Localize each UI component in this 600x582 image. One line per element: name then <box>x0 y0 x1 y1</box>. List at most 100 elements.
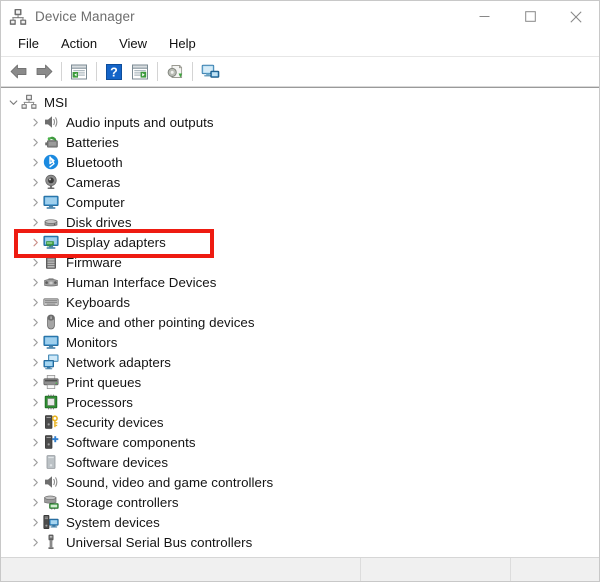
tree-item-processors[interactable]: Processors <box>1 392 599 412</box>
computer-root-icon <box>21 94 37 109</box>
software-component-icon <box>45 435 59 449</box>
tree-item-label: Keyboards <box>66 294 131 310</box>
back-button[interactable] <box>5 59 31 84</box>
network-adapter-icon <box>43 354 59 370</box>
tree-item-label: Software devices <box>66 454 169 470</box>
tree-item-computer[interactable]: Computer <box>1 192 599 212</box>
menu-view[interactable]: View <box>108 34 158 54</box>
tree-item-msi-root[interactable]: MSI <box>1 92 599 112</box>
tree-item-label: Mice and other pointing devices <box>66 314 255 330</box>
maximize-button[interactable] <box>507 1 553 32</box>
speaker-icon <box>45 116 58 128</box>
forward-button[interactable] <box>31 59 57 84</box>
menu-file[interactable]: File <box>7 34 50 54</box>
close-button[interactable] <box>553 1 599 32</box>
tree-item-label: Disk drives <box>66 214 132 230</box>
scan-hardware-button[interactable] <box>162 59 188 84</box>
chevron-down-icon[interactable] <box>5 92 21 112</box>
bluetooth-icon <box>43 154 59 170</box>
status-pane-2 <box>361 558 511 581</box>
tree-item-label: Bluetooth <box>66 154 123 170</box>
chevron-right-icon[interactable] <box>27 272 43 292</box>
tree-item-software-devices[interactable]: Software devices <box>1 452 599 472</box>
tree-item-keyboards[interactable]: Keyboards <box>1 292 599 312</box>
tree-item-software-components[interactable]: Software components <box>1 432 599 452</box>
tree-item-batteries[interactable]: Batteries <box>1 132 599 152</box>
menu-help[interactable]: Help <box>158 34 207 54</box>
tree-item-human-interface-devices[interactable]: Human Interface Devices <box>1 272 599 292</box>
tree-item-disk-drives[interactable]: Disk drives <box>1 212 599 232</box>
chevron-right-icon[interactable] <box>27 252 43 272</box>
status-pane-3 <box>511 558 599 581</box>
display-adapter-icon <box>43 235 59 249</box>
properties-icon <box>71 64 87 79</box>
tree-item-audio-inputs-and-outputs[interactable]: Audio inputs and outputs <box>1 112 599 132</box>
system-device-icon <box>43 515 59 529</box>
chevron-right-icon[interactable] <box>27 212 43 232</box>
properties-button[interactable] <box>66 59 92 84</box>
device-manager-window: Device Manager File Action View Help ? M… <box>0 0 600 582</box>
tree-item-monitors[interactable]: Monitors <box>1 332 599 352</box>
window-title: Device Manager <box>35 9 135 24</box>
tree-item-label: MSI <box>44 94 68 110</box>
tree-item-cameras[interactable]: Cameras <box>1 172 599 192</box>
security-device-icon <box>45 415 58 429</box>
chevron-right-icon[interactable] <box>27 512 43 532</box>
tree-item-system-devices[interactable]: System devices <box>1 512 599 532</box>
chevron-right-icon[interactable] <box>27 172 43 192</box>
chevron-right-icon[interactable] <box>27 112 43 132</box>
show-hidden-devices-button[interactable] <box>197 59 223 84</box>
chevron-right-icon[interactable] <box>27 532 43 552</box>
chevron-right-icon[interactable] <box>27 432 43 452</box>
chevron-right-icon[interactable] <box>27 192 43 212</box>
chevron-right-icon[interactable] <box>27 392 43 412</box>
chevron-right-icon[interactable] <box>27 332 43 352</box>
tree-item-label: Software components <box>66 434 196 450</box>
chevron-right-icon[interactable] <box>27 492 43 512</box>
tree-item-security-devices[interactable]: Security devices <box>1 412 599 432</box>
storage-controller-icon <box>44 495 59 510</box>
chevron-right-icon[interactable] <box>27 472 43 492</box>
close-icon <box>570 10 582 23</box>
chevron-right-icon[interactable] <box>27 152 43 172</box>
tree-item-label: Computer <box>66 194 125 210</box>
chevron-right-icon[interactable] <box>27 452 43 472</box>
menu-action[interactable]: Action <box>50 34 108 54</box>
keyboard-icon <box>43 298 59 306</box>
tree-item-label: Audio inputs and outputs <box>66 114 214 130</box>
toolbar-separator <box>192 62 193 81</box>
window-controls <box>461 1 599 32</box>
monitor-icon <box>43 195 59 209</box>
tree-item-universal-serial-bus-controllers[interactable]: Universal Serial Bus controllers <box>1 532 599 552</box>
firmware-chip-icon <box>46 255 56 269</box>
tree-item-storage-controllers[interactable]: Storage controllers <box>1 492 599 512</box>
chevron-right-icon[interactable] <box>27 132 43 152</box>
usb-icon <box>48 534 54 549</box>
monitor-icon <box>43 335 59 349</box>
tree-item-label: Print queues <box>66 374 142 390</box>
monitor-devices-icon <box>201 64 219 78</box>
tree-item-mice-and-other-pointing-devices[interactable]: Mice and other pointing devices <box>1 312 599 332</box>
battery-icon <box>45 136 58 148</box>
tree-item-network-adapters[interactable]: Network adapters <box>1 352 599 372</box>
chevron-right-icon[interactable] <box>27 312 43 332</box>
tree-item-label: Cameras <box>66 174 121 190</box>
help-button[interactable]: ? <box>101 59 127 84</box>
software-device-icon <box>46 455 56 469</box>
tree-item-label: Security devices <box>66 414 164 430</box>
tree-item-print-queues[interactable]: Print queues <box>1 372 599 392</box>
chevron-right-icon[interactable] <box>27 292 43 312</box>
tree-item-bluetooth[interactable]: Bluetooth <box>1 152 599 172</box>
chevron-right-icon[interactable] <box>27 232 43 252</box>
tree-item-sound-video-and-game-controllers[interactable]: Sound, video and game controllers <box>1 472 599 492</box>
tree-item-firmware[interactable]: Firmware <box>1 252 599 272</box>
minimize-button[interactable] <box>461 1 507 32</box>
chevron-right-icon[interactable] <box>27 352 43 372</box>
tree-item-display-adapters[interactable]: Display adapters <box>1 232 599 252</box>
minimize-icon <box>479 16 489 17</box>
device-tree: MSI Audio inputs and outputs Batteries B… <box>1 88 599 552</box>
chevron-right-icon[interactable] <box>27 412 43 432</box>
chevron-right-icon[interactable] <box>27 372 43 392</box>
disk-drive-icon <box>44 219 58 227</box>
update-driver-button[interactable] <box>127 59 153 84</box>
